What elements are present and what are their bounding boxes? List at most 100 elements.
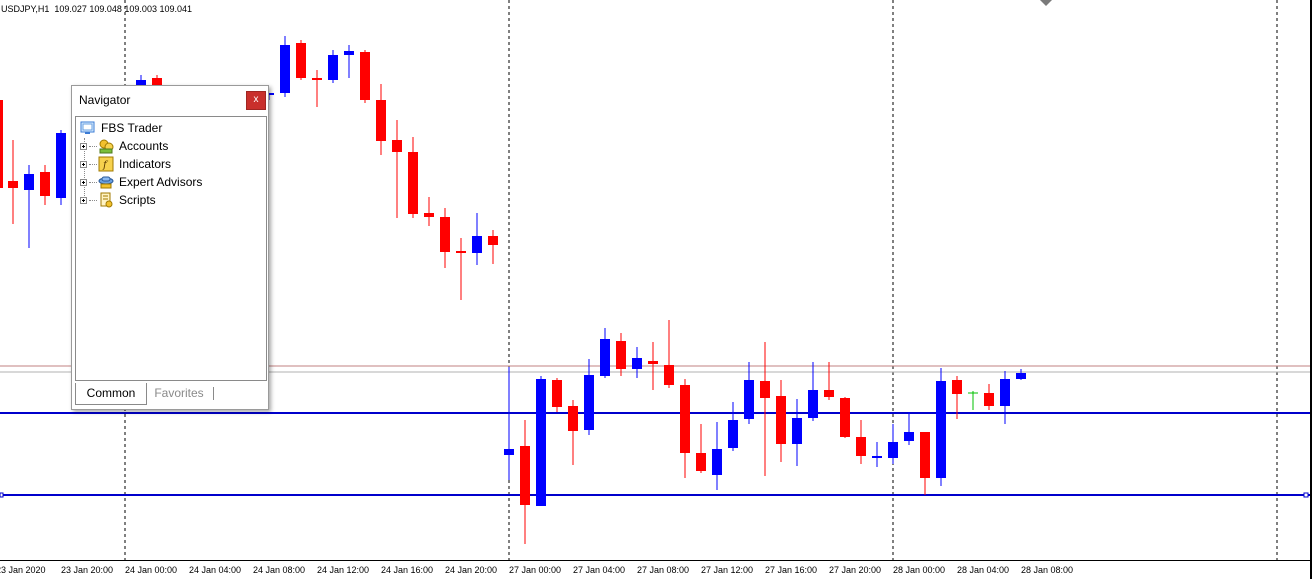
navigator-tree[interactable]: FBS Trader Accounts f Indicators Expert (75, 116, 267, 381)
bear-candle (376, 100, 386, 141)
tab-common[interactable]: Common (75, 383, 147, 405)
bear-candle (648, 361, 658, 364)
close-button[interactable]: x (246, 91, 266, 110)
scripts-icon (98, 192, 114, 208)
bear-candle (8, 181, 18, 188)
bull-candle (744, 380, 754, 419)
bear-candle (296, 43, 306, 78)
bear-candle (664, 365, 674, 385)
bull-candle (600, 339, 610, 376)
bull-candle (504, 449, 514, 455)
tree-root-fbs-trader[interactable]: FBS Trader (80, 119, 162, 137)
indicators-icon: f (98, 156, 114, 172)
tree-item-scripts[interactable]: Scripts (80, 191, 156, 209)
time-label: 24 Jan 16:00 (381, 565, 434, 575)
time-label: 24 Jan 08:00 (253, 565, 306, 575)
tree-item-expert-advisors[interactable]: Expert Advisors (80, 173, 202, 191)
time-label: 28 Jan 04:00 (957, 565, 1010, 575)
bear-candle (952, 380, 962, 394)
expand-icon[interactable] (80, 160, 87, 168)
time-label: 24 Jan 04:00 (189, 565, 242, 575)
bull-candle (904, 432, 914, 441)
bull-candle (808, 390, 818, 418)
bear-candle (440, 217, 450, 252)
tree-item-label: Scripts (119, 193, 156, 207)
time-label: 24 Jan 12:00 (317, 565, 370, 575)
bear-candle (568, 406, 578, 431)
symbol-info: USDJPY,H1 109.027 109.048 109.003 109.04… (1, 4, 192, 14)
bear-candle (392, 140, 402, 152)
bear-candle (488, 236, 498, 245)
bear-candle (856, 437, 866, 456)
tree-dots (89, 199, 97, 201)
bear-candle (408, 152, 418, 214)
time-scale-border (0, 560, 1312, 561)
bull-candle (888, 442, 898, 458)
bull-candle (536, 379, 546, 506)
time-label: 24 Jan 00:00 (125, 565, 178, 575)
tab-separator (213, 387, 214, 400)
time-label: 27 Jan 00:00 (509, 565, 562, 575)
expand-icon[interactable] (80, 196, 87, 204)
tree-item-label: Accounts (119, 139, 169, 153)
bull-candle (328, 55, 338, 80)
chart-shift-marker-icon[interactable] (1040, 0, 1052, 6)
time-label: 23 Jan 2020 (0, 565, 46, 575)
bull-candle (1016, 373, 1026, 379)
bull-candle (712, 449, 722, 475)
bull-candle (872, 456, 882, 458)
expand-icon[interactable] (80, 142, 87, 150)
time-label: 28 Jan 08:00 (1021, 565, 1074, 575)
bear-candle (984, 393, 994, 406)
bear-candle (616, 341, 626, 369)
bear-candle (680, 385, 690, 453)
bear-candle (840, 398, 850, 437)
bear-candle (824, 390, 834, 397)
tree-dots (89, 163, 97, 165)
bear-candle (456, 251, 466, 253)
bear-candle (552, 380, 562, 407)
bull-candle (472, 236, 482, 253)
bull-candle (632, 358, 642, 369)
bear-candle (360, 52, 370, 100)
tab-favorites[interactable]: Favorites (147, 383, 211, 404)
bear-candle (520, 446, 530, 505)
time-label: 23 Jan 20:00 (61, 565, 114, 575)
time-label: 24 Jan 20:00 (445, 565, 498, 575)
bear-candle (760, 381, 770, 398)
tree-item-label: Indicators (119, 157, 172, 171)
bull-candle (792, 418, 802, 444)
bear-candle (696, 453, 706, 471)
bear-candle (312, 78, 322, 80)
bear-candle (776, 396, 786, 444)
tree-root-label: FBS Trader (101, 121, 163, 135)
bull-candle (56, 133, 66, 198)
bear-candle (920, 432, 930, 478)
tree-dots (89, 145, 97, 147)
bull-candle (728, 420, 738, 448)
time-label: 27 Jan 08:00 (637, 565, 690, 575)
bull-candle (344, 51, 354, 55)
navigator-title: Navigator (79, 93, 131, 107)
terminal-icon (80, 120, 96, 136)
bull-candle (24, 174, 34, 190)
tree-item-indicators[interactable]: f Indicators (80, 155, 171, 173)
time-label: 27 Jan 04:00 (573, 565, 626, 575)
time-label: 27 Jan 16:00 (765, 565, 818, 575)
accounts-icon (98, 138, 114, 154)
bear-candle (0, 100, 3, 188)
bear-candle (424, 213, 434, 217)
navigator-tabs[interactable]: Common Favorites (75, 383, 265, 405)
time-label: 27 Jan 20:00 (829, 565, 882, 575)
tree-item-accounts[interactable]: Accounts (80, 137, 168, 155)
line-anchor-handle (1303, 492, 1309, 498)
tree-dots (89, 181, 97, 183)
bull-candle (1000, 379, 1010, 406)
bull-candle (584, 375, 594, 430)
expert-advisors-icon (98, 174, 114, 190)
line-anchor-handle (0, 492, 4, 498)
expand-icon[interactable] (80, 178, 87, 186)
bull-candle (936, 381, 946, 478)
tree-item-label: Expert Advisors (119, 175, 203, 189)
navigator-window[interactable]: Navigator x FBS Trader Accounts f Indica… (71, 85, 269, 410)
